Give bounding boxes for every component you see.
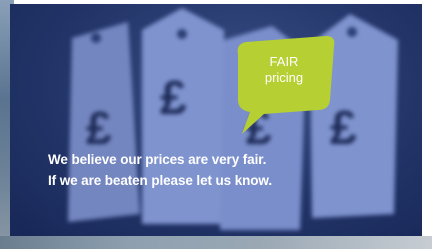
fair-pricing-bubble: FAIR pricing [230,32,342,144]
pricing-banner[interactable]: £ £ £ £ FAIR pricing We believe our pric… [10,4,422,236]
price-tag-2-symbol: £ [160,72,187,125]
bubble-line-1: FAIR [269,54,299,69]
bubble-line-2: pricing [264,70,304,85]
price-tags-image: £ £ £ £ [68,8,398,230]
caption-line-1: We believe our prices are very fair. [48,152,267,167]
caption: We believe our prices are very fair. If … [48,149,408,191]
background-floor-strip [0,236,432,249]
banner-frame: £ £ £ £ FAIR pricing We believe our pric… [0,0,432,249]
caption-line-2: If we are beaten please let us know. [48,173,272,188]
price-tag-1-symbol: £ [86,102,112,154]
